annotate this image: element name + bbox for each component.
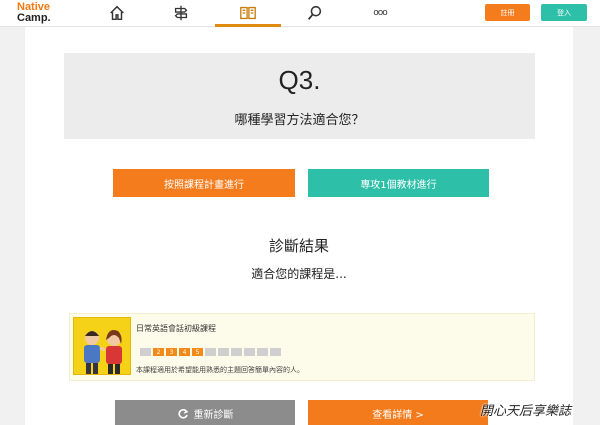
level-chip-3: 3 — [166, 348, 177, 356]
level-chip-9 — [244, 348, 255, 356]
level-indicator: 2345 — [140, 348, 281, 356]
main-panel: Q3. 哪種學習方法適合您？ 按照課程計畫進行 專攻1個教材進行 診斷結果 適合… — [25, 27, 573, 425]
logo-line2: Camp. — [17, 12, 51, 24]
search-icon[interactable] — [304, 3, 326, 23]
signpost-icon[interactable] — [170, 3, 192, 23]
result-subtitle: 適合您的課程是... — [251, 267, 347, 281]
level-chip-8 — [231, 348, 242, 356]
level-chip-7 — [218, 348, 229, 356]
watermark-text: 開心天后享樂誌 — [480, 404, 572, 419]
course-title: 日常英語會話初級課程 — [136, 324, 216, 333]
book-icon[interactable] — [237, 3, 259, 23]
question-text: 哪種學習方法適合您？ — [234, 113, 365, 128]
result-title: 診斷結果 — [268, 237, 329, 255]
page: Native Camp. ooo 註冊 登入 Q3. 哪種學習方法適合您？ 按照… — [0, 0, 600, 425]
retry-diagnosis-button[interactable]: 重新診斷 — [115, 400, 295, 425]
level-chip-4: 4 — [179, 348, 190, 356]
level-chip-6 — [205, 348, 216, 356]
choice-single-material-button[interactable]: 專攻1個教材進行 — [308, 169, 489, 197]
level-chip-1 — [140, 348, 151, 356]
view-details-button[interactable]: 查看詳情 > — [308, 400, 488, 425]
question-number: Q3. — [278, 65, 321, 95]
login-button[interactable]: 登入 — [541, 4, 587, 21]
level-chip-2: 2 — [153, 348, 164, 356]
retry-label: 重新診斷 — [193, 410, 234, 421]
course-illustration — [73, 317, 131, 375]
register-button[interactable]: 註冊 — [485, 4, 530, 21]
refresh-icon — [177, 408, 188, 419]
course-card[interactable]: 日常英語會話初級課程 2345 本課程適用於希望能用熟悉的主題回答簡單內容的人。 — [69, 313, 535, 381]
native-camp-logo[interactable]: Native Camp. — [17, 2, 51, 24]
level-chip-5: 5 — [192, 348, 203, 356]
choice-course-plan-button[interactable]: 按照課程計畫進行 — [113, 169, 295, 197]
level-chip-11 — [270, 348, 281, 356]
home-icon[interactable] — [106, 3, 128, 23]
level-chip-10 — [257, 348, 268, 356]
question-box: Q3. 哪種學習方法適合您？ — [64, 53, 535, 139]
top-nav-bar: Native Camp. ooo 註冊 登入 — [0, 0, 600, 27]
more-icon[interactable]: ooo — [369, 3, 391, 23]
course-description: 本課程適用於希望能用熟悉的主題回答簡單內容的人。 — [136, 366, 304, 374]
